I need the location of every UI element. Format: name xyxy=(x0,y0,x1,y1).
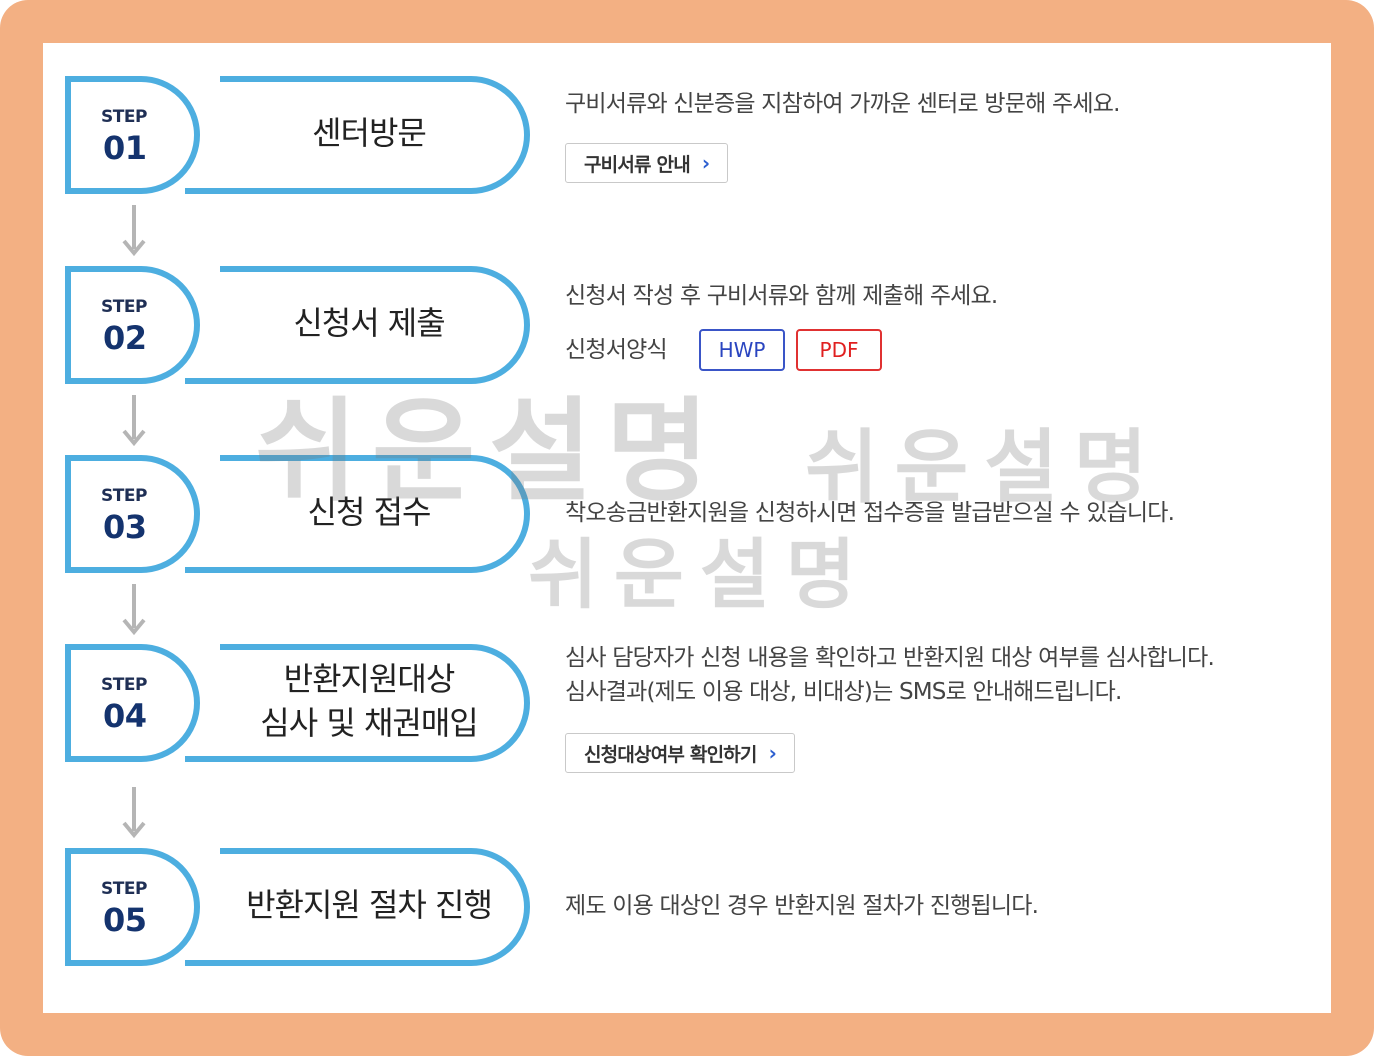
step-badge: STEP 05 반환지원 절차 진행 xyxy=(65,845,531,967)
procedure-panel: STEP 01 센터방문 구비서류와 신분증을 지참하여 가까운 센터로 방문해… xyxy=(43,43,1331,1013)
step-badge: STEP 03 신청 접수 xyxy=(65,452,531,574)
application-form-label: 신청서양식 xyxy=(565,337,668,363)
required-documents-button[interactable]: 구비서류 안내 › xyxy=(565,143,729,183)
download-pdf-button[interactable]: PDF xyxy=(796,329,882,371)
step-description-line-1: 심사 담당자가 신청 내용을 확인하고 반환지원 대상 여부를 심사합니다. xyxy=(565,645,1215,671)
step-number: 04 xyxy=(103,697,147,735)
step-title: 반환지원 절차 진행 xyxy=(246,886,493,924)
step-label: STEP xyxy=(101,675,147,695)
step-label: STEP xyxy=(101,107,147,127)
step-description: 신청서 작성 후 구비서류와 함께 제출해 주세요. xyxy=(565,283,998,309)
download-hwp-button[interactable]: HWP xyxy=(699,329,785,371)
step-title-line-2: 심사 및 채권매입 xyxy=(260,704,478,742)
step-description: 제도 이용 대상인 경우 반환지원 절차가 진행됩니다. xyxy=(565,893,1039,919)
arrow-down-icon xyxy=(122,205,146,257)
step-badge: STEP 02 신청서 제출 xyxy=(65,263,531,385)
step-number: 05 xyxy=(103,901,147,939)
arrow-down-icon xyxy=(122,584,146,636)
step-badge: STEP 01 센터방문 xyxy=(65,73,531,195)
chevron-right-icon: › xyxy=(701,151,710,175)
eligibility-check-button[interactable]: 신청대상여부 확인하기 › xyxy=(565,733,796,773)
chevron-right-icon: › xyxy=(768,741,777,765)
step-number: 01 xyxy=(103,129,147,167)
step-title: 신청 접수 xyxy=(307,493,432,531)
step-title: 신청서 제출 xyxy=(293,304,445,342)
step-title: 센터방문 xyxy=(312,114,427,152)
step-label: STEP xyxy=(101,879,147,899)
step-number: 03 xyxy=(103,508,147,546)
arrow-down-icon xyxy=(122,787,146,839)
step-label: STEP xyxy=(101,486,147,506)
button-label: 신청대상여부 확인하기 xyxy=(584,743,757,766)
step-badge: STEP 04 반환지원대상 심사 및 채권매입 xyxy=(65,641,531,763)
step-description: 구비서류와 신분증을 지참하여 가까운 센터로 방문해 주세요. xyxy=(565,91,1120,117)
button-label: 구비서류 안내 xyxy=(584,153,691,176)
arrow-down-icon xyxy=(122,395,146,447)
step-description-line-2: 심사결과(제도 이용 대상, 비대상)는 SMS로 안내해드립니다. xyxy=(565,679,1122,705)
step-title-line-1: 반환지원대상 xyxy=(283,660,456,698)
step-label: STEP xyxy=(101,297,147,317)
step-number: 02 xyxy=(103,319,147,357)
step-description: 착오송금반환지원을 신청하시면 접수증을 발급받으실 수 있습니다. xyxy=(565,500,1175,526)
